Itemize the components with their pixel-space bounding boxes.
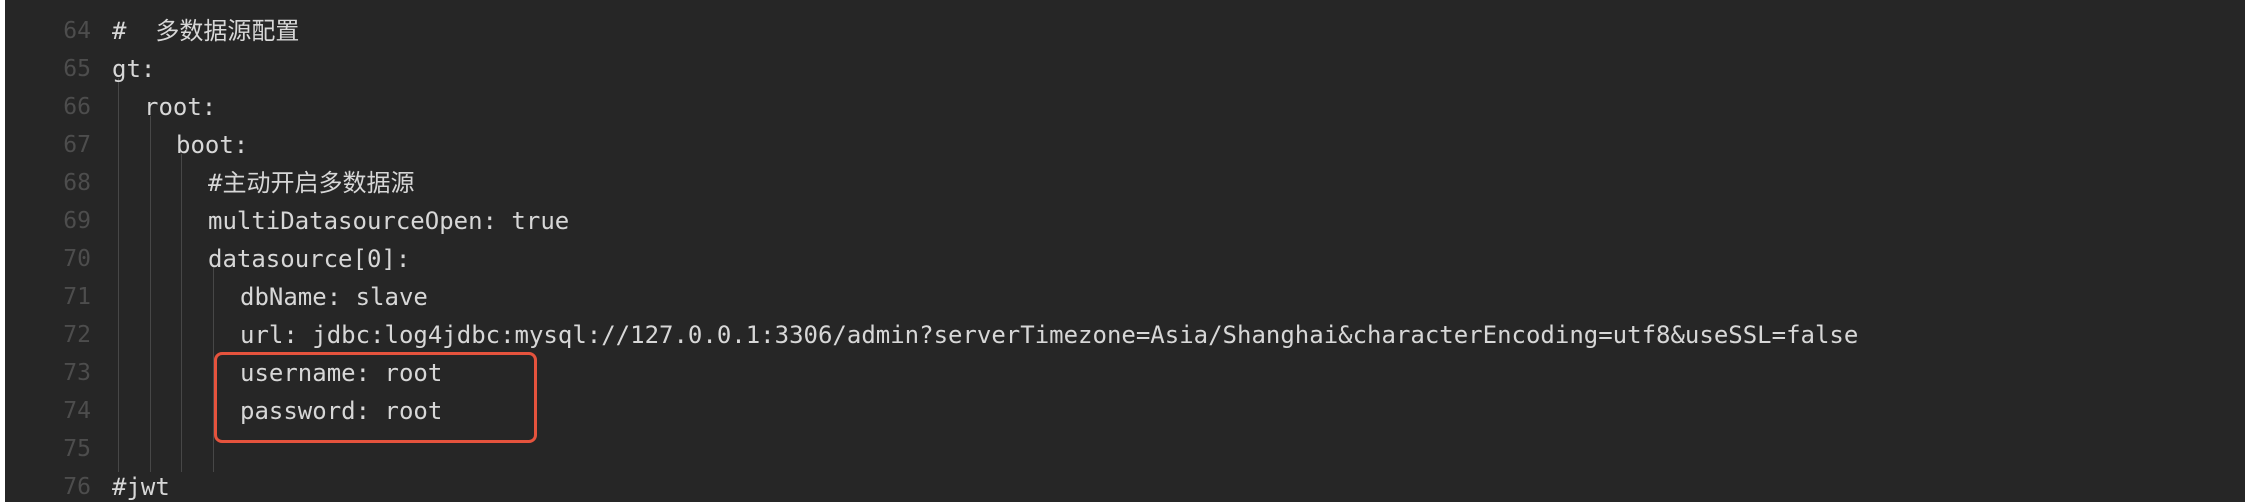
code-text: datasource[0]: — [208, 245, 411, 273]
code-text: gt: — [112, 55, 156, 83]
line-number: 68 — [63, 170, 91, 196]
code-line[interactable]: 64 # 多数据源配置 — [5, 12, 2245, 50]
code-line[interactable]: 76 #jwt — [5, 468, 2245, 502]
line-number: 64 — [63, 18, 91, 44]
line-number: 67 — [63, 132, 91, 158]
line-number: 73 — [63, 360, 91, 386]
line-number: 70 — [63, 246, 91, 272]
line-number: 65 — [63, 56, 91, 82]
code-text: #主动开启多数据源 — [208, 169, 415, 197]
code-line[interactable]: 72 url: jdbc:log4jdbc:mysql://127.0.0.1:… — [5, 316, 2245, 354]
code-line[interactable]: 69 multiDatasourceOpen: true — [5, 202, 2245, 240]
code-line[interactable]: 68 #主动开启多数据源 — [5, 164, 2245, 202]
line-number: 75 — [63, 436, 91, 462]
code-text: # 多数据源配置 — [112, 17, 300, 45]
line-number: 72 — [63, 322, 91, 348]
line-number: 69 — [63, 208, 91, 234]
code-line[interactable]: 70 datasource[0]: — [5, 240, 2245, 278]
code-text: dbName: slave — [240, 283, 428, 311]
line-number: 76 — [63, 474, 91, 500]
code-line[interactable]: 67 boot: — [5, 126, 2245, 164]
code-line[interactable]: 71 dbName: slave — [5, 278, 2245, 316]
code-line[interactable]: 65 gt: — [5, 50, 2245, 88]
line-number: 74 — [63, 398, 91, 424]
line-number: 66 — [63, 94, 91, 120]
line-number: 71 — [63, 284, 91, 310]
code-text: boot: — [176, 131, 249, 159]
code-text: root: — [144, 93, 217, 121]
code-editor[interactable]: 64 # 多数据源配置 65 gt: 66 root: 67 boot: 68 … — [5, 0, 2245, 502]
code-text: #jwt — [112, 473, 170, 501]
code-text: url: jdbc:log4jdbc:mysql://127.0.0.1:330… — [240, 321, 1859, 349]
credentials-highlight-box — [214, 352, 537, 443]
code-line[interactable]: 66 root: — [5, 88, 2245, 126]
code-text: multiDatasourceOpen: true — [208, 207, 570, 235]
